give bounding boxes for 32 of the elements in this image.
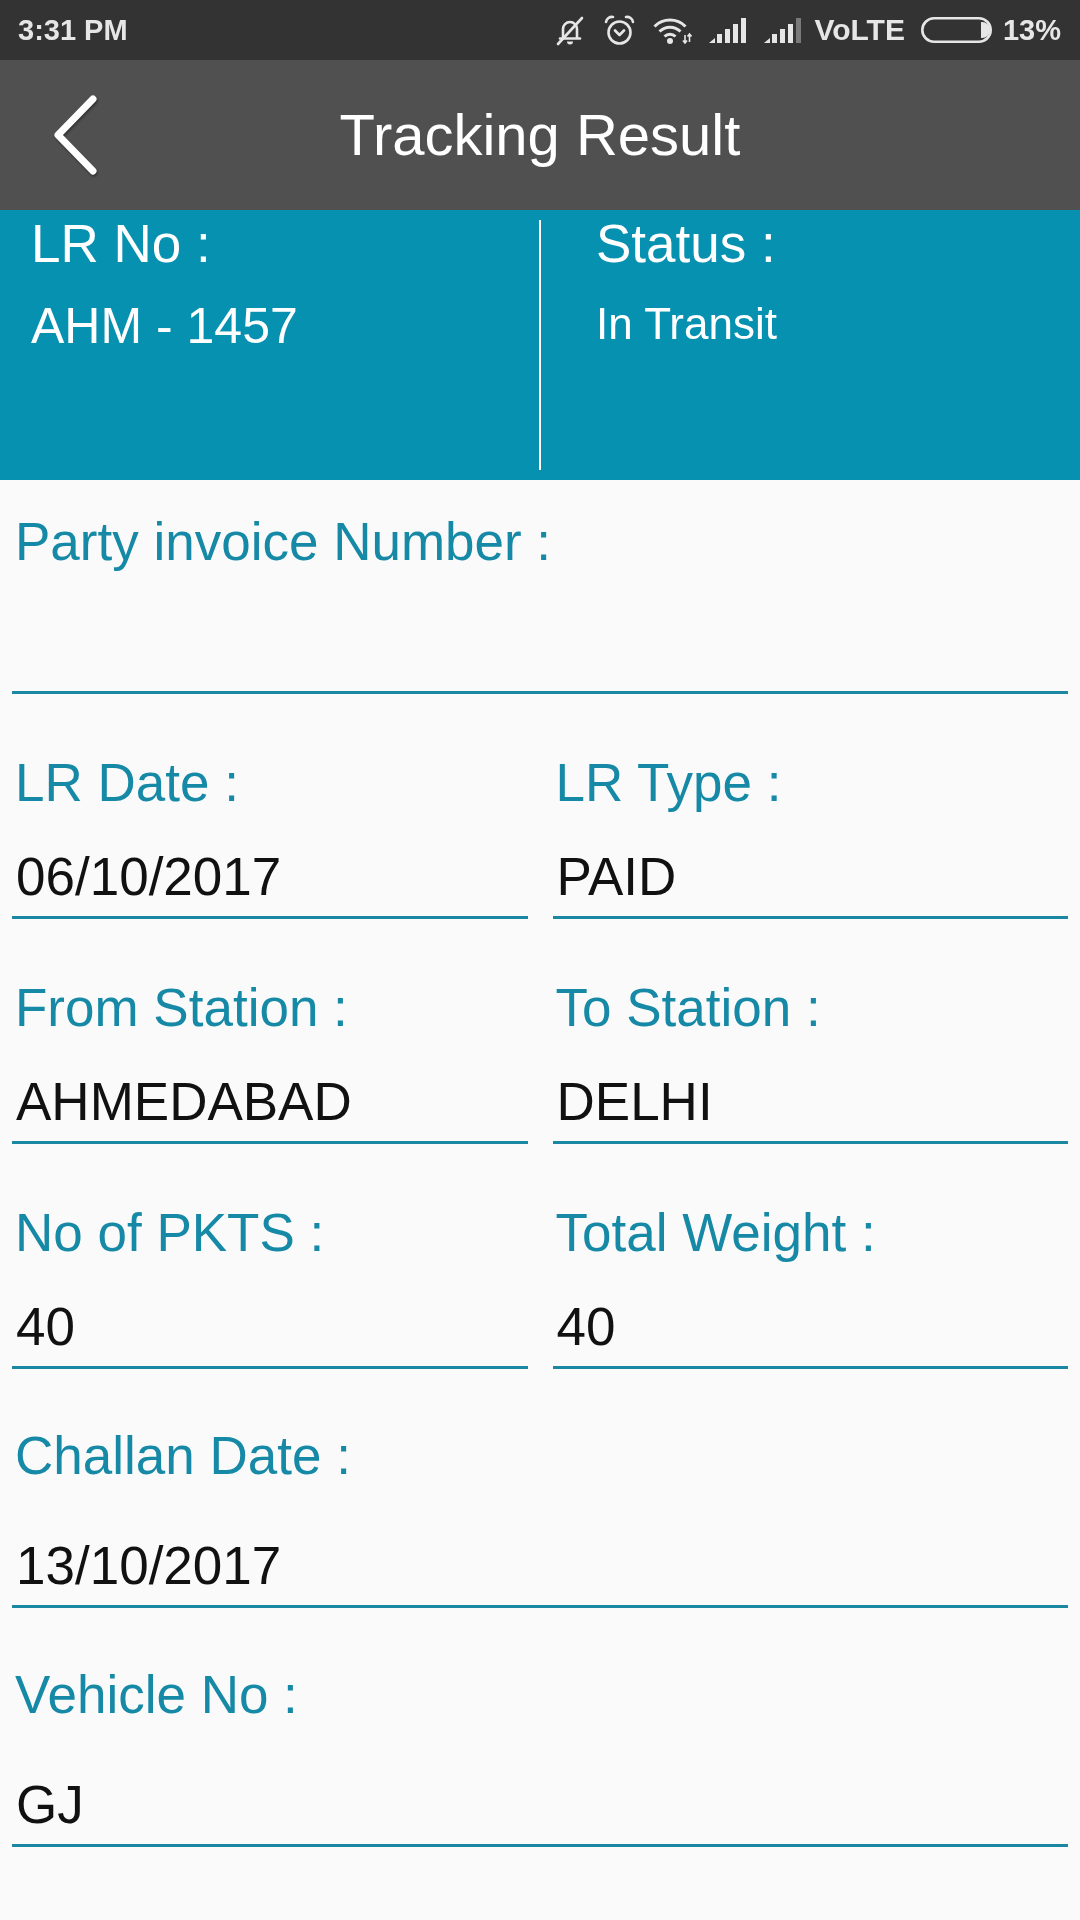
value-field: AHMEDABAD bbox=[12, 1072, 528, 1144]
summary-label: Status : bbox=[596, 214, 777, 274]
field-label: Vehicle No : bbox=[14, 1665, 299, 1725]
status-time: 3:31 PM bbox=[18, 13, 128, 47]
value-field: GJ bbox=[12, 1775, 1068, 1847]
back-icon bbox=[52, 95, 98, 175]
field-label: To Station : bbox=[554, 978, 822, 1038]
alarm-clock-icon bbox=[604, 14, 636, 46]
value-field: 40 bbox=[552, 1297, 1068, 1369]
field-label: Challan Date : bbox=[14, 1426, 352, 1486]
battery-icon bbox=[920, 17, 992, 43]
field-label: From Station : bbox=[14, 978, 349, 1038]
field-label: LR Type : bbox=[554, 753, 783, 813]
field-label: Party invoice Number : bbox=[14, 512, 553, 572]
value-field: PAID bbox=[552, 847, 1068, 919]
signal-icon bbox=[709, 17, 747, 43]
muted-bell-icon bbox=[555, 14, 586, 46]
summary-value: AHM - 1457 bbox=[31, 297, 299, 356]
page-title: Tracking Result bbox=[339, 101, 741, 169]
summary-value: In Transit bbox=[596, 298, 778, 350]
field-label: No of PKTS : bbox=[14, 1203, 326, 1263]
summary-label: LR No : bbox=[31, 214, 212, 274]
network-label: VoLTE bbox=[814, 13, 905, 47]
value-field: 40 bbox=[12, 1297, 528, 1369]
value-field: DELHI bbox=[552, 1072, 1068, 1144]
value-field: 13/10/2017 bbox=[12, 1536, 1068, 1608]
wifi-icon bbox=[653, 16, 693, 44]
field-label: LR Date : bbox=[14, 753, 240, 813]
value-field: 06/10/2017 bbox=[12, 847, 528, 919]
battery-percent: 13% bbox=[1002, 13, 1061, 47]
field-label: Total Weight : bbox=[554, 1203, 877, 1263]
signal-icon bbox=[764, 17, 802, 43]
